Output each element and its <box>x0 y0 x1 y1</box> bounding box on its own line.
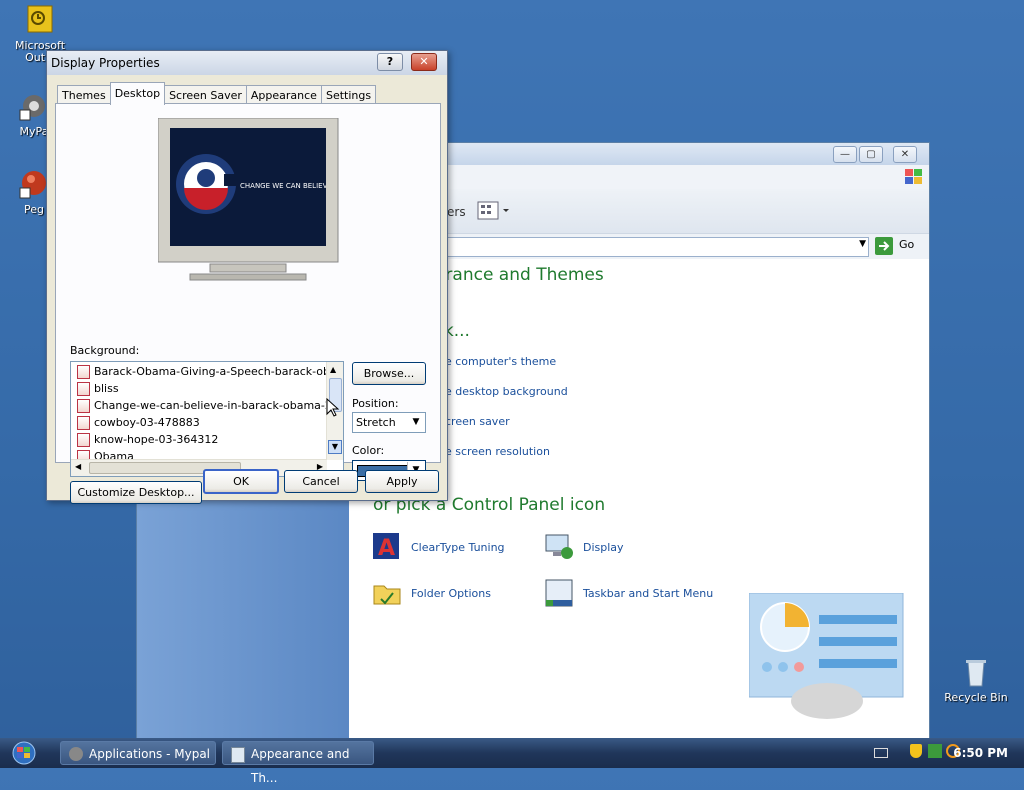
tab-settings[interactable]: Settings <box>320 85 377 105</box>
chevron-down-icon[interactable]: ▼ <box>408 414 424 431</box>
minimize-button[interactable]: — <box>833 146 857 163</box>
chevron-down-icon[interactable]: ▼ <box>859 239 866 249</box>
close-button[interactable]: ✕ <box>411 53 437 71</box>
list-item-label: know-hope-03-364312 <box>94 433 219 446</box>
keyboard-icon[interactable] <box>874 748 888 758</box>
outlook-icon <box>24 4 56 36</box>
color-label: Color: <box>352 444 385 457</box>
clock[interactable]: 6:50 PM <box>953 746 1008 760</box>
folder-options-icon <box>371 577 403 609</box>
tab-screen-saver[interactable]: Screen Saver <box>164 85 247 105</box>
system-tray: 6:50 PM <box>864 738 1024 768</box>
position-label: Position: <box>352 397 399 410</box>
scroll-up-icon[interactable]: ▲ <box>330 365 336 374</box>
scroll-left-icon[interactable]: ◀ <box>75 462 81 471</box>
cp-item-label: Display <box>583 540 624 554</box>
background-listbox[interactable]: Barack-Obama-Giving-a-Speech-barack-obam… <box>70 361 344 477</box>
taskbar-button-appearance[interactable]: Appearance and Th... <box>222 741 374 785</box>
maximize-button[interactable]: ▢ <box>859 146 883 163</box>
toolbar-folders-label[interactable]: ers <box>447 205 466 219</box>
apply-button[interactable]: Apply <box>365 470 439 493</box>
dialog-title: Display Properties <box>51 56 160 70</box>
taskbar-button-label: Appearance and Th... <box>251 747 350 785</box>
category-heading: arance and Themes <box>435 265 604 285</box>
taskbar-button-mypal[interactable]: Applications - Mypal <box>60 741 216 765</box>
image-file-icon <box>77 365 90 379</box>
background-label: Background: <box>70 344 140 357</box>
task-link-resolution[interactable]: e screen resolution <box>445 445 550 458</box>
position-value: Stretch <box>356 416 396 429</box>
list-item-label: cowboy-03-478883 <box>94 416 200 429</box>
cp-item-label: Folder Options <box>411 586 491 600</box>
task-link-background[interactable]: e desktop background <box>445 385 568 398</box>
svg-text:A: A <box>378 536 395 561</box>
list-item[interactable]: Barack-Obama-Giving-a-Speech-barack-obam… <box>77 364 344 380</box>
image-file-icon <box>77 382 90 396</box>
browse-button[interactable]: Browse... <box>352 362 426 385</box>
security-shield-icon[interactable] <box>910 744 922 758</box>
start-button[interactable] <box>6 741 46 765</box>
tab-appearance[interactable]: Appearance <box>245 85 322 105</box>
monitor-preview: CHANGE WE CAN BELIEVE IN <box>157 117 340 288</box>
ok-button[interactable]: OK <box>203 469 279 494</box>
taskbar: Applications - Mypal Appearance and Th..… <box>0 738 1024 785</box>
mypal-icon <box>69 747 83 761</box>
customize-desktop-button[interactable]: Customize Desktop... <box>70 481 202 504</box>
scroll-down-icon[interactable]: ▼ <box>328 440 342 454</box>
cp-item-label: Taskbar and Start Menu <box>583 586 714 600</box>
list-item[interactable]: Change-we-can-believe-in-barack-obama-27… <box>77 398 344 414</box>
views-icon[interactable] <box>477 201 511 221</box>
list-item[interactable]: know-hope-03-364312 <box>77 432 218 448</box>
tab-strip: Themes Desktop Screen Saver Appearance S… <box>57 82 377 105</box>
cp-item-display[interactable]: Display <box>543 531 624 563</box>
desktop-tab-panel: CHANGE WE CAN BELIEVE IN Background: Bar… <box>55 103 441 504</box>
preview-slogan: CHANGE WE CAN BELIEVE IN <box>240 182 326 190</box>
address-input[interactable]: ▼ <box>437 237 869 257</box>
list-item-label: Barack-Obama-Giving-a-Speech-barack-obam… <box>94 365 344 378</box>
cp-item-taskbar[interactable]: Taskbar and Start Menu <box>543 577 713 609</box>
tab-themes[interactable]: Themes <box>57 85 111 105</box>
position-select[interactable]: Stretch ▼ <box>352 412 426 433</box>
task-link-theme[interactable]: e computer's theme <box>445 355 556 368</box>
dialog-titlebar: Display Properties ? ✕ <box>47 51 447 75</box>
cleartype-icon: A <box>371 531 403 563</box>
display-icon <box>543 531 575 563</box>
list-item[interactable]: cowboy-03-478883 <box>77 415 200 431</box>
go-arrow-icon[interactable] <box>875 237 893 255</box>
cp-item-folder-options[interactable]: Folder Options <box>371 577 491 609</box>
display-properties-dialog: Display Properties ? ✕ Themes Desktop Sc… <box>46 50 448 504</box>
list-item[interactable]: bliss <box>77 381 119 397</box>
image-file-icon <box>77 399 90 413</box>
network-icon[interactable] <box>928 744 942 758</box>
appearance-illustration-icon <box>748 592 905 719</box>
close-button[interactable]: ✕ <box>893 146 917 163</box>
recycle-bin-icon <box>960 656 992 688</box>
windows-logo-icon <box>903 167 925 187</box>
desktop-icon-label: Recycle Bin <box>944 691 1008 704</box>
cp-item-cleartype[interactable]: A ClearType Tuning <box>371 531 505 563</box>
taskbar-button-label: Applications - Mypal <box>89 747 211 761</box>
list-item-label: Change-we-can-believe-in-barack-obama-27… <box>94 399 344 412</box>
cp-item-label: ClearType Tuning <box>411 540 505 554</box>
list-item-label: bliss <box>94 382 119 395</box>
task-link-screensaver[interactable]: creen saver <box>445 415 510 428</box>
tab-desktop[interactable]: Desktop <box>109 82 166 105</box>
cancel-button[interactable]: Cancel <box>284 470 358 493</box>
desktop-icon-recycle-bin[interactable]: Recycle Bin <box>936 656 1016 704</box>
control-panel-icon <box>231 747 245 763</box>
go-button[interactable]: Go <box>899 238 914 251</box>
image-file-icon <box>77 433 90 447</box>
taskbar-icon <box>543 577 575 609</box>
image-file-icon <box>77 416 90 430</box>
help-button[interactable]: ? <box>377 53 403 71</box>
mouse-pointer-icon <box>326 397 340 418</box>
